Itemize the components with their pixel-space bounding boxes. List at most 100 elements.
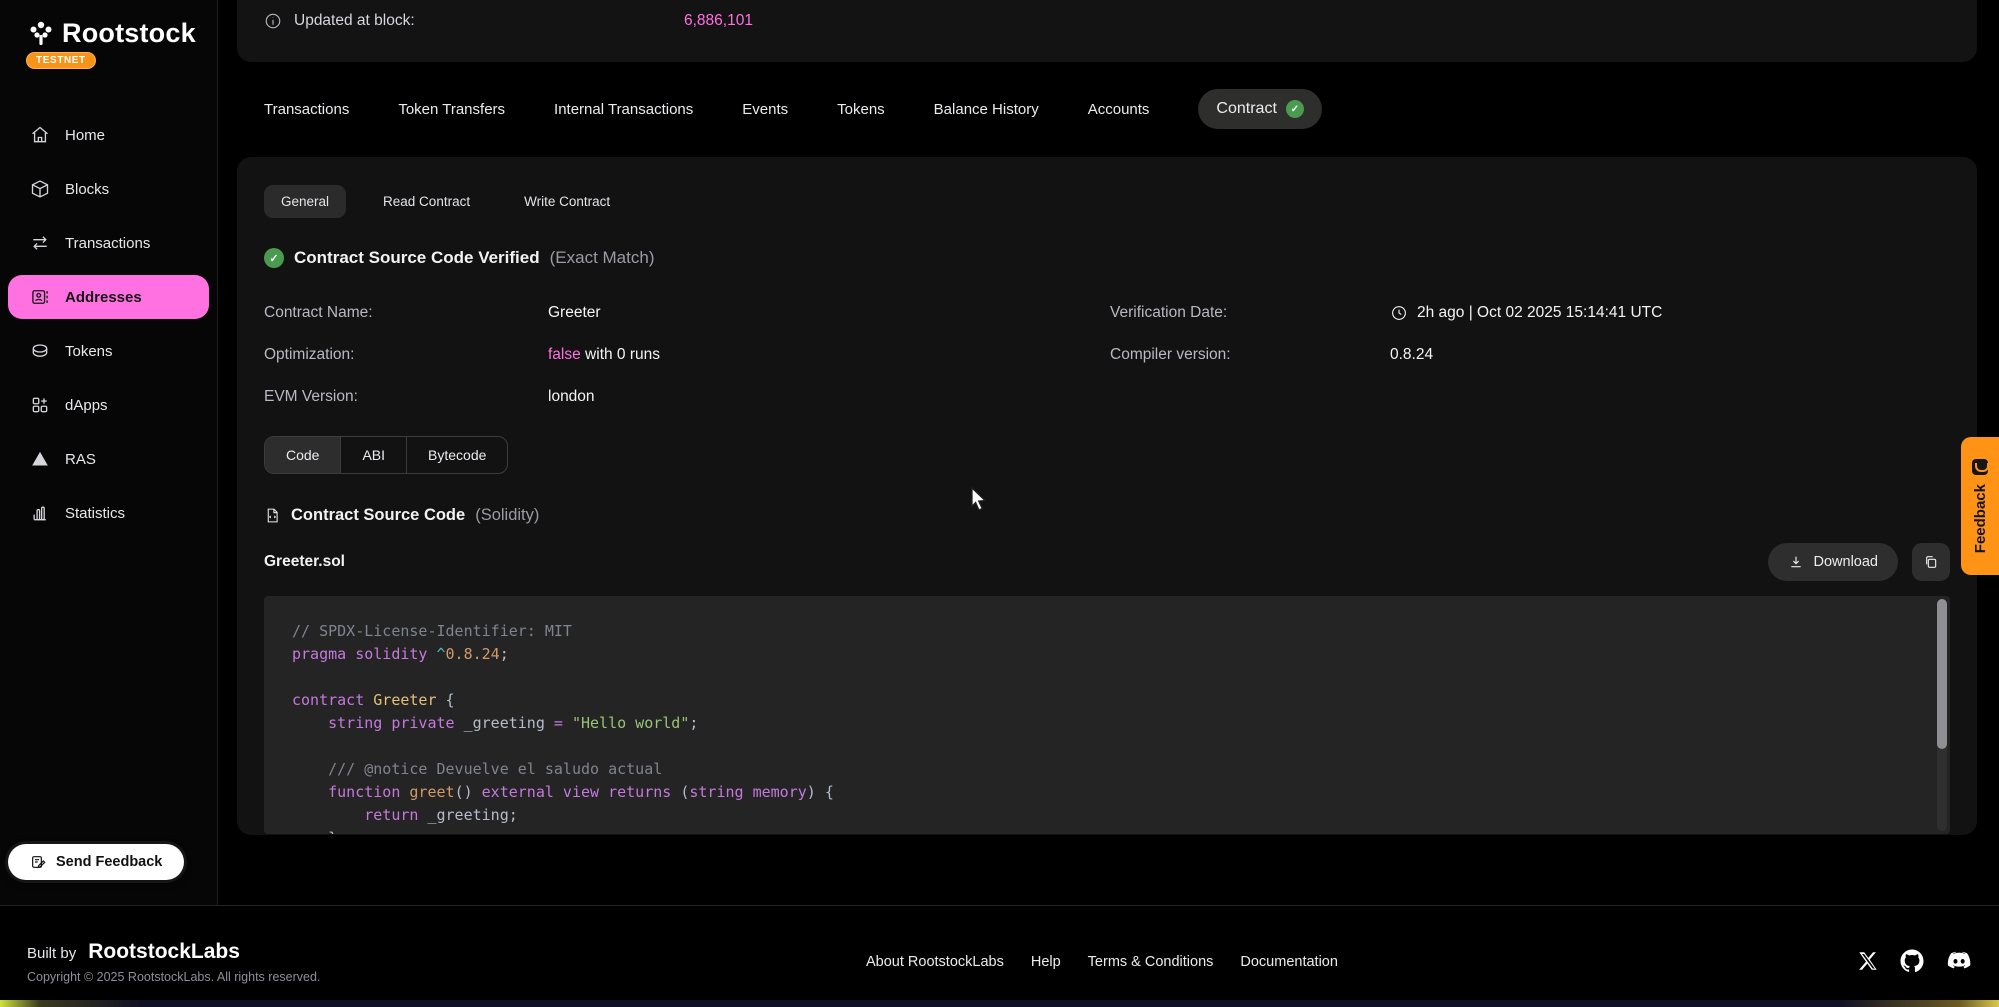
brand-name: Rootstock	[62, 18, 196, 49]
source-code-viewer: // SPDX-License-Identifier: MITpragma so…	[264, 596, 1950, 834]
arrows-swap-icon	[30, 233, 50, 253]
send-feedback-button[interactable]: Send Feedback	[8, 844, 184, 880]
sidebar-item-blocks[interactable]: Blocks	[8, 167, 209, 211]
code-scrollbar[interactable]	[1937, 599, 1947, 831]
rootstock-explorer-app: Rootstock TESTNET Home Blocks Transactio…	[0, 0, 1999, 1007]
code-scrollbar-thumb[interactable]	[1937, 599, 1947, 749]
sidebar-item-addresses[interactable]: Addresses	[8, 275, 209, 319]
subtab-write-contract[interactable]: Write Contract	[507, 185, 627, 218]
send-feedback-label: Send Feedback	[56, 854, 162, 870]
bottom-accent-bar	[0, 1000, 1999, 1007]
built-by-label: Built by	[27, 945, 76, 962]
code-view-switcher: Code ABI Bytecode	[264, 436, 508, 474]
contract-panel: General Read Contract Write Contract ✓ C…	[237, 157, 1977, 835]
sidebar-item-label: Transactions	[65, 235, 150, 252]
rootstock-logo[interactable]: Rootstock	[26, 18, 196, 49]
sidebar-item-label: Tokens	[65, 343, 113, 360]
address-card-icon	[30, 287, 50, 307]
sidebar: Rootstock TESTNET Home Blocks Transactio…	[0, 0, 218, 905]
source-file-row: Greeter.sol Download	[264, 543, 1950, 581]
block-number-link[interactable]: 6,886,101	[684, 12, 753, 30]
evm-version-label: EVM Version:	[264, 388, 548, 406]
feedback-side-tab[interactable]: Feedback	[1961, 437, 1999, 575]
link-help[interactable]: Help	[1031, 954, 1061, 970]
footer-links: About RootstockLabs Help Terms & Conditi…	[866, 954, 1338, 970]
sidebar-item-label: Statistics	[65, 505, 125, 522]
tab-contract[interactable]: Contract ✓	[1198, 89, 1321, 129]
rootstocklabs-link[interactable]: RootstockLabs	[88, 940, 240, 964]
info-icon	[264, 12, 282, 30]
coin-icon	[30, 341, 50, 361]
file-icon	[264, 507, 281, 524]
sidebar-item-ras[interactable]: RAS	[8, 437, 209, 481]
sidebar-item-statistics[interactable]: Statistics	[8, 491, 209, 535]
feedback-tab-label: Feedback	[1972, 484, 1989, 553]
tab-balance-history[interactable]: Balance History	[934, 101, 1039, 118]
sidebar-item-label: Home	[65, 127, 105, 144]
feedback-icon	[1972, 459, 1988, 475]
link-documentation[interactable]: Documentation	[1240, 954, 1338, 970]
sidebar-item-label: dApps	[65, 397, 108, 414]
sidebar-item-home[interactable]: Home	[8, 113, 209, 157]
source-file-actions: Download	[1768, 543, 1951, 581]
footer: Built by RootstockLabs Copyright © 2025 …	[0, 905, 1999, 1000]
download-button[interactable]: Download	[1768, 543, 1899, 581]
tab-tokens[interactable]: Tokens	[837, 101, 885, 118]
source-code-title: Contract Source Code	[291, 506, 465, 525]
compiler-version-label: Compiler version:	[1110, 346, 1390, 364]
verification-date-value: 2h ago | Oct 02 2025 15:14:41 UTC	[1390, 304, 1950, 322]
contract-name-label: Contract Name:	[264, 304, 548, 322]
testnet-badge: TESTNET	[26, 52, 96, 69]
tab-contract-label: Contract	[1216, 100, 1276, 118]
social-links	[1857, 948, 1971, 974]
subtab-read-contract[interactable]: Read Contract	[366, 185, 487, 218]
discord-icon[interactable]	[1945, 948, 1971, 974]
verified-check-icon: ✓	[1286, 100, 1304, 118]
copy-source-button[interactable]	[1912, 543, 1950, 581]
address-tabs: Transactions Token Transfers Internal Tr…	[237, 86, 1977, 132]
copyright-text: Copyright © 2025 RootstockLabs. All righ…	[27, 970, 320, 984]
segment-abi[interactable]: ABI	[340, 437, 406, 473]
segment-code[interactable]: Code	[265, 437, 340, 473]
verified-check-icon: ✓	[264, 248, 284, 268]
tab-token-transfers[interactable]: Token Transfers	[398, 101, 505, 118]
status-topbar: Updated at block: 6,886,101	[237, 0, 1977, 62]
sidebar-nav: Home Blocks Transactions Addresses Token…	[8, 113, 209, 545]
verified-suffix: (Exact Match)	[550, 248, 655, 268]
subtab-general[interactable]: General	[264, 185, 346, 218]
download-icon	[1788, 554, 1804, 570]
contract-subtabs: General Read Contract Write Contract	[264, 185, 1950, 218]
triangle-icon	[30, 449, 50, 469]
link-terms-conditions[interactable]: Terms & Conditions	[1088, 954, 1214, 970]
source-code-text: // SPDX-License-Identifier: MITpragma so…	[292, 620, 1910, 834]
verification-date-label: Verification Date:	[1110, 304, 1390, 322]
updated-at-block-label: Updated at block:	[294, 12, 415, 30]
compiler-version-value: 0.8.24	[1390, 346, 1950, 364]
x-twitter-icon[interactable]	[1857, 950, 1879, 972]
sidebar-item-label: Blocks	[65, 181, 109, 198]
source-code-language: (Solidity)	[475, 506, 539, 525]
cube-icon	[30, 179, 50, 199]
verified-title: Contract Source Code Verified	[294, 248, 540, 268]
tab-transactions[interactable]: Transactions	[264, 101, 349, 118]
evm-version-value: london	[548, 388, 1110, 406]
verified-banner: ✓ Contract Source Code Verified (Exact M…	[264, 248, 1950, 268]
rootstock-logo-icon	[26, 19, 56, 49]
tab-internal-transactions[interactable]: Internal Transactions	[554, 101, 693, 118]
copy-icon	[1923, 554, 1939, 570]
clock-icon	[1390, 304, 1408, 322]
sidebar-item-label: RAS	[65, 451, 96, 468]
contract-details: Contract Name: Greeter Verification Date…	[264, 292, 1950, 418]
tab-accounts[interactable]: Accounts	[1088, 101, 1150, 118]
home-icon	[30, 125, 50, 145]
built-by: Built by RootstockLabs	[27, 940, 240, 964]
github-icon[interactable]	[1900, 949, 1924, 973]
sidebar-item-transactions[interactable]: Transactions	[8, 221, 209, 265]
link-about-rootstocklabs[interactable]: About RootstockLabs	[866, 954, 1004, 970]
tab-events[interactable]: Events	[742, 101, 788, 118]
contract-name-value: Greeter	[548, 304, 1110, 322]
segment-bytecode[interactable]: Bytecode	[406, 437, 507, 473]
sidebar-item-tokens[interactable]: Tokens	[8, 329, 209, 373]
sidebar-item-dapps[interactable]: dApps	[8, 383, 209, 427]
download-label: Download	[1814, 554, 1879, 570]
